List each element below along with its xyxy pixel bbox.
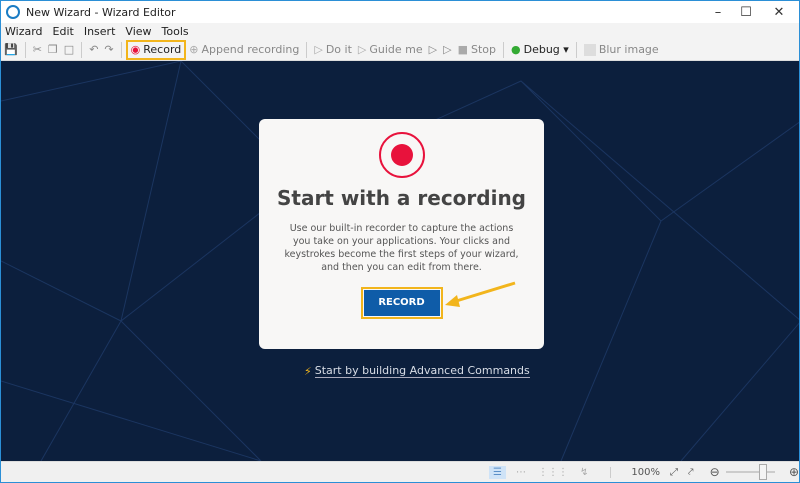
start-recording-card: Start with a recording Use our built-in …	[259, 119, 544, 349]
separator	[81, 41, 83, 58]
append-label: Append recording	[201, 43, 300, 56]
card-description: Use our built-in recorder to capture the…	[284, 223, 519, 273]
view-grid-icon[interactable]: ⋮⋮⋮	[538, 467, 568, 478]
lightning-icon: ⚡	[304, 364, 312, 378]
record-button[interactable]: ◉ Record	[125, 39, 187, 60]
copy-icon[interactable]: ❐	[45, 40, 61, 60]
fit-expand-icon[interactable]: ⤢	[670, 467, 678, 478]
paste-icon[interactable]: □	[61, 40, 77, 60]
toolbar: 💾 ✂ ❐ □ ↶ ↷ ◉ Record ⊕ Append recording ▷ D…	[1, 39, 799, 61]
zoom-slider[interactable]	[725, 464, 775, 480]
fit-collapse-icon[interactable]: ⤤	[688, 467, 694, 478]
play-icon: ▷	[314, 43, 323, 56]
advanced-commands-label: Start by building Advanced Commands	[314, 364, 530, 378]
redo-icon[interactable]: ↷	[101, 40, 116, 60]
record-large-icon	[378, 132, 425, 178]
record-icon: ◉	[130, 43, 141, 56]
title-bar: New Wizard - Wizard Editor – ☐ ✕	[1, 1, 799, 23]
menu-bar: Wizard Edit Insert View Tools	[1, 23, 799, 39]
menu-wizard[interactable]: Wizard	[5, 25, 43, 38]
debug-label: Debug	[523, 43, 560, 56]
arrow-pointer-icon	[445, 281, 516, 307]
guide-me-label: Guide me	[369, 43, 423, 56]
step-icon[interactable]: ▷	[426, 40, 440, 60]
menu-view[interactable]: View	[125, 25, 151, 38]
separator	[503, 41, 504, 58]
card-title: Start with a recording	[276, 186, 526, 210]
zoom-slider-thumb[interactable]	[758, 464, 767, 480]
menu-insert[interactable]: Insert	[84, 25, 116, 38]
do-it-button[interactable]: ▷ Do it	[311, 40, 355, 60]
view-list-icon[interactable]: ☰	[489, 465, 506, 479]
plus-circle-icon: ⊕	[189, 43, 199, 56]
stop-label: Stop	[470, 43, 496, 56]
cut-icon[interactable]: ✂	[30, 40, 45, 60]
view-flash-icon[interactable]: ↯	[580, 467, 588, 478]
stop-icon: ■	[457, 43, 468, 56]
separator	[306, 41, 308, 58]
debug-dropdown[interactable]: ● Debug ▾	[508, 40, 572, 60]
close-button[interactable]: ✕	[759, 1, 799, 23]
bug-icon: ●	[511, 43, 521, 56]
menu-tools[interactable]: Tools	[162, 25, 189, 38]
zoom-out-icon[interactable]: ⊖	[710, 465, 720, 479]
view-tree-icon[interactable]: ⋯	[516, 467, 526, 478]
guide-icon: ▷	[357, 43, 367, 56]
status-bar: ☰ ⋯ ⋮⋮⋮ ↯ 100% ⤢ ⤤ ⊖ ⊕	[1, 461, 799, 482]
wizard-editor-window: New Wizard - Wizard Editor – ☐ ✕ Wizard …	[0, 0, 800, 483]
app-logo-icon	[6, 5, 20, 19]
guide-step-icon[interactable]: ▷	[440, 40, 454, 60]
guide-me-button[interactable]: ▷ Guide me	[355, 40, 426, 60]
blur-image-button[interactable]: Blur image	[581, 40, 662, 60]
zoom-in-icon[interactable]: ⊕	[789, 465, 799, 479]
separator	[575, 41, 577, 58]
blur-label: Blur image	[598, 43, 659, 56]
menu-edit[interactable]: Edit	[53, 25, 74, 38]
record-main-button[interactable]: RECORD	[363, 290, 440, 316]
record-label: Record	[143, 43, 182, 56]
window-title: New Wizard - Wizard Editor	[26, 5, 176, 19]
blur-icon	[583, 43, 596, 56]
editor-canvas: Start with a recording Use our built-in …	[1, 61, 799, 461]
stop-button[interactable]: ■ Stop	[455, 40, 499, 60]
separator	[120, 41, 122, 58]
undo-icon[interactable]: ↶	[86, 40, 101, 60]
zoom-level: 100%	[610, 466, 660, 478]
separator	[24, 41, 26, 58]
append-recording-button[interactable]: ⊕ Append recording	[186, 40, 302, 60]
save-icon[interactable]: 💾	[1, 40, 21, 60]
advanced-commands-link[interactable]: ⚡ Start by building Advanced Commands	[304, 364, 530, 378]
do-it-label: Do it	[325, 43, 352, 56]
